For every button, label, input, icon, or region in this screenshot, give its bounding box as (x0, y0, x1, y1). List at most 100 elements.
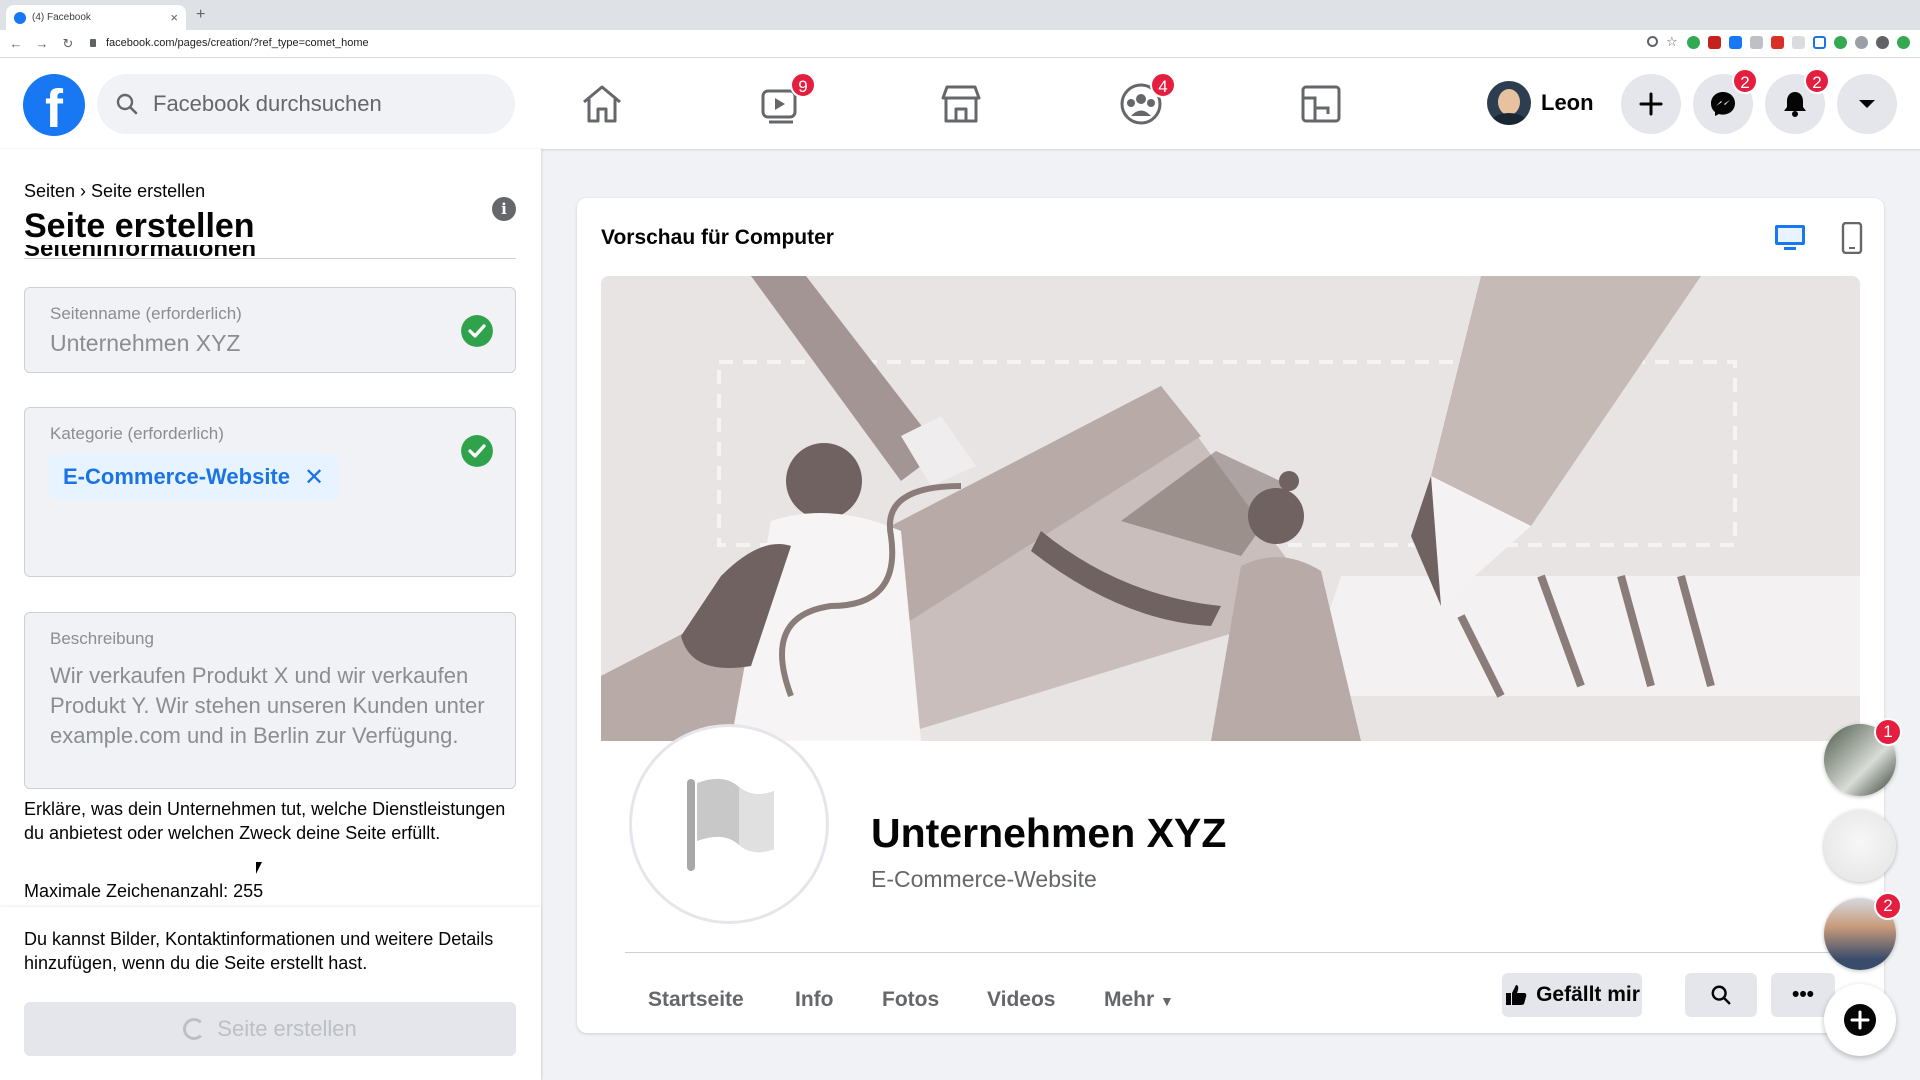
bell-icon (1784, 92, 1806, 117)
extension-icon[interactable] (1834, 36, 1847, 49)
messenger-badge: 2 (1732, 68, 1758, 94)
notifications-badge: 2 (1804, 68, 1830, 94)
home-icon[interactable] (578, 80, 626, 128)
more-options-label: ••• (1791, 983, 1815, 1006)
flag-icon (687, 778, 774, 871)
category-label: Kategorie (erforderlich) (50, 424, 224, 443)
page-name-label: Seitenname (erforderlich) (50, 304, 242, 323)
plus-circle-icon (1844, 1004, 1876, 1036)
tab-title: (4) Facebook (32, 12, 91, 23)
back-icon[interactable]: ← (6, 36, 26, 51)
preview-page-name: Unternehmen XYZ (871, 810, 1227, 856)
cover-photo[interactable] (601, 276, 1860, 741)
tab-mehr-label: Mehr (1104, 988, 1155, 1011)
profile-avatar-icon[interactable] (1876, 36, 1889, 49)
mobile-preview-icon[interactable] (1841, 222, 1863, 254)
panel-footer: Du kannst Bilder, Kontaktinformationen u… (0, 907, 541, 1080)
like-button[interactable]: Gefällt mir (1502, 973, 1642, 1017)
zoom-icon[interactable] (1647, 36, 1658, 47)
extension-icon[interactable] (1729, 36, 1742, 49)
create-page-button[interactable]: Seite erstellen (24, 1002, 516, 1056)
facebook-logo[interactable]: f (23, 74, 85, 136)
messenger-icon (1711, 92, 1735, 116)
description-value[interactable]: Wir verkaufen Produkt X und wir verkaufe… (50, 661, 505, 751)
search-bar[interactable] (97, 74, 515, 134)
create-button[interactable] (1621, 74, 1681, 134)
preview-title: Vorschau für Computer (601, 226, 834, 249)
description-label: Beschreibung (50, 629, 154, 648)
plus-icon (1639, 92, 1663, 116)
tab-mehr[interactable]: Mehr ▼ (1104, 988, 1174, 1012)
new-tab-button[interactable]: + (196, 6, 205, 24)
footer-info-text: Du kannst Bilder, Kontaktinformationen u… (24, 929, 494, 973)
browser-tab-bar: (4) Facebook × + (0, 0, 1920, 30)
extension-icon[interactable] (1855, 36, 1868, 49)
divider (625, 952, 1836, 953)
tab-videos[interactable]: Videos (987, 988, 1055, 1012)
max-chars-text: Maximale Zeichenanzahl: 255 (24, 881, 264, 901)
lock-icon[interactable] (90, 39, 96, 47)
profile-name: Leon (1541, 90, 1594, 115)
account-menu-button[interactable] (1837, 74, 1897, 134)
search-icon (116, 93, 138, 115)
remove-chip-icon[interactable]: ✕ (304, 463, 324, 492)
caret-down-icon: ▼ (1160, 993, 1174, 1009)
desktop-preview-icon[interactable] (1774, 224, 1806, 252)
chat-head-badge-3: 2 (1874, 892, 1902, 920)
tab-fotos[interactable]: Fotos (882, 988, 939, 1012)
create-page-panel: Seiten › Seite erstellen Seite erstellen… (0, 149, 541, 1080)
gaming-icon[interactable] (1297, 80, 1345, 128)
url-field[interactable]: facebook.com/pages/creation/?ref_type=co… (106, 37, 369, 49)
description-field[interactable]: Beschreibung Wir verkaufen Produkt X und… (24, 612, 516, 789)
check-icon (461, 315, 493, 347)
tab-startseite[interactable]: Startseite (648, 988, 744, 1012)
profile-picture-placeholder[interactable] (629, 724, 829, 924)
profile-link[interactable]: Leon (1487, 78, 1594, 128)
extension-icons: ☆ (1647, 35, 1910, 49)
extension-icon[interactable] (1792, 36, 1805, 49)
bookmark-star-icon[interactable]: ☆ (1666, 35, 1679, 49)
new-message-button[interactable] (1824, 984, 1896, 1056)
page-name-field[interactable]: Seitenname (erforderlich) Unternehmen XY… (24, 287, 516, 373)
extension-icon[interactable] (1897, 36, 1910, 49)
section-heading-clipped: Seiteninformationen (24, 245, 516, 259)
avatar (1487, 81, 1531, 125)
caret-down-icon (1859, 100, 1875, 108)
search-icon (1711, 985, 1731, 1005)
check-icon (461, 435, 493, 467)
preview-page-category: E-Commerce-Website (871, 866, 1097, 892)
desktop-preview-card: Vorschau für Computer Unternehmen XYZ E-… (577, 198, 1884, 1033)
address-bar-row: ← → ↻ facebook.com/pages/creation/?ref_t… (0, 30, 1920, 58)
extension-icon[interactable] (1708, 36, 1721, 49)
extension-icon[interactable] (1687, 36, 1700, 49)
chat-head-contact-2[interactable] (1824, 810, 1896, 882)
extension-icon[interactable] (1813, 36, 1826, 49)
facebook-favicon-icon (14, 11, 26, 24)
like-button-label: Gefällt mir (1536, 983, 1640, 1006)
tab-close-icon[interactable]: × (170, 10, 178, 25)
category-chip[interactable]: E-Commerce-Website ✕ (49, 454, 339, 500)
reload-icon[interactable]: ↻ (58, 36, 78, 52)
chat-head-badge-1: 1 (1874, 718, 1902, 746)
tab-info[interactable]: Info (795, 988, 833, 1012)
browser-tab[interactable]: (4) Facebook × (6, 5, 186, 30)
search-page-button[interactable] (1685, 973, 1757, 1017)
create-page-button-label: Seite erstellen (217, 1016, 357, 1041)
extension-icon[interactable] (1771, 36, 1784, 49)
watch-badge: 9 (790, 72, 816, 98)
page-title: Seite erstellen (24, 207, 255, 245)
extension-icon[interactable] (1750, 36, 1763, 49)
cover-illustration (601, 276, 1860, 741)
search-input[interactable] (153, 91, 473, 117)
mouse-cursor-icon (256, 862, 262, 874)
category-field[interactable]: Kategorie (erforderlich) E-Commerce-Webs… (24, 407, 516, 577)
page-name-value[interactable]: Unternehmen XYZ (50, 330, 240, 357)
marketplace-icon[interactable] (937, 80, 985, 128)
loading-spinner-icon (183, 1018, 206, 1040)
info-icon[interactable]: i (492, 197, 516, 221)
description-helper-text: Erkläre, was dein Unternehmen tut, welch… (24, 799, 506, 843)
facebook-header: f 9 4 Leon 2 2 (0, 58, 1920, 149)
forward-icon[interactable]: → (32, 36, 52, 51)
category-chip-label: E-Commerce-Website (63, 464, 290, 489)
breadcrumb[interactable]: Seiten › Seite erstellen (24, 181, 205, 202)
